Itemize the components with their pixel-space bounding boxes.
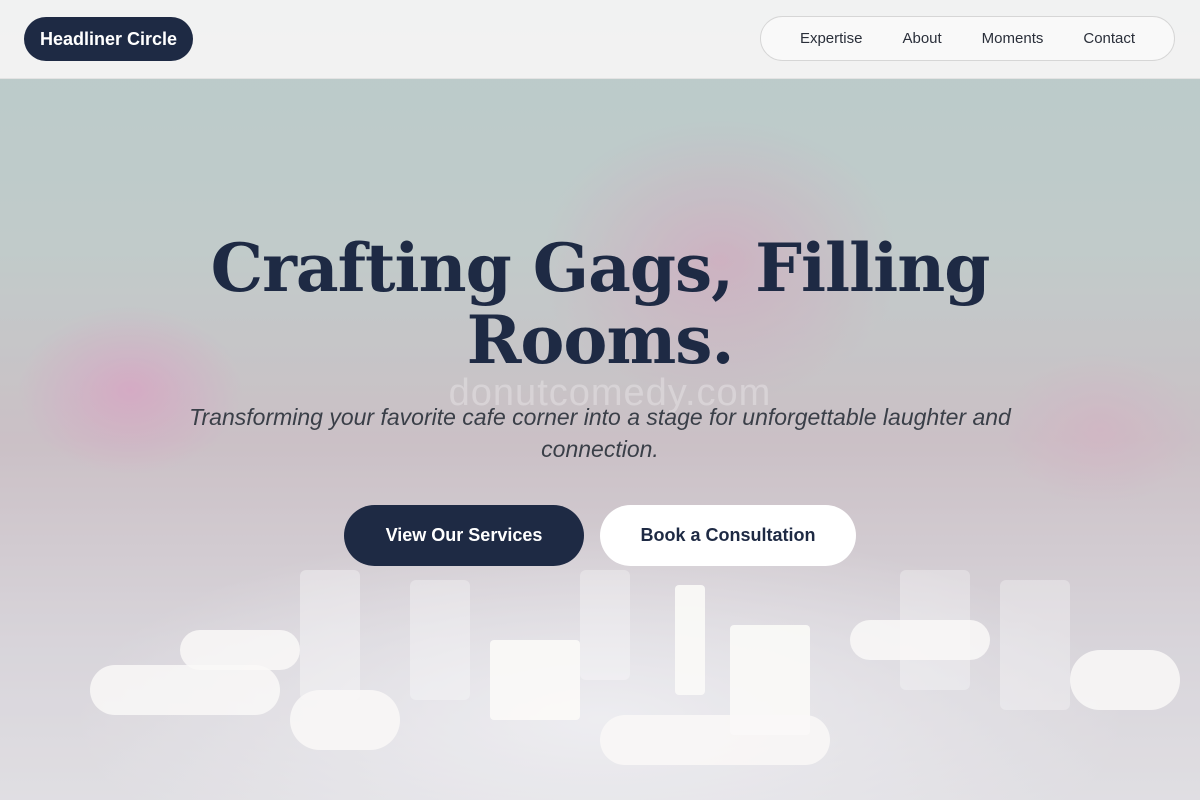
view-services-button[interactable]: View Our Services <box>344 505 584 566</box>
hero-subtitle: Transforming your favorite cafe corner i… <box>189 404 1011 462</box>
nav-link-about[interactable]: About <box>882 16 961 61</box>
nav-link-moments[interactable]: Moments <box>962 16 1064 61</box>
book-consultation-button[interactable]: Book a Consultation <box>600 505 856 566</box>
main-nav: Expertise About Moments Contact <box>760 16 1175 61</box>
brand-logo-button[interactable]: Headliner Circle <box>24 17 194 61</box>
top-navigation-bar: Headliner Circle Expertise About Moments… <box>0 0 1200 79</box>
hero-headline: Crafting Gags, Filling Rooms. <box>210 229 991 379</box>
nav-link-contact[interactable]: Contact <box>1063 16 1155 61</box>
nav-link-expertise[interactable]: Expertise <box>780 16 883 61</box>
